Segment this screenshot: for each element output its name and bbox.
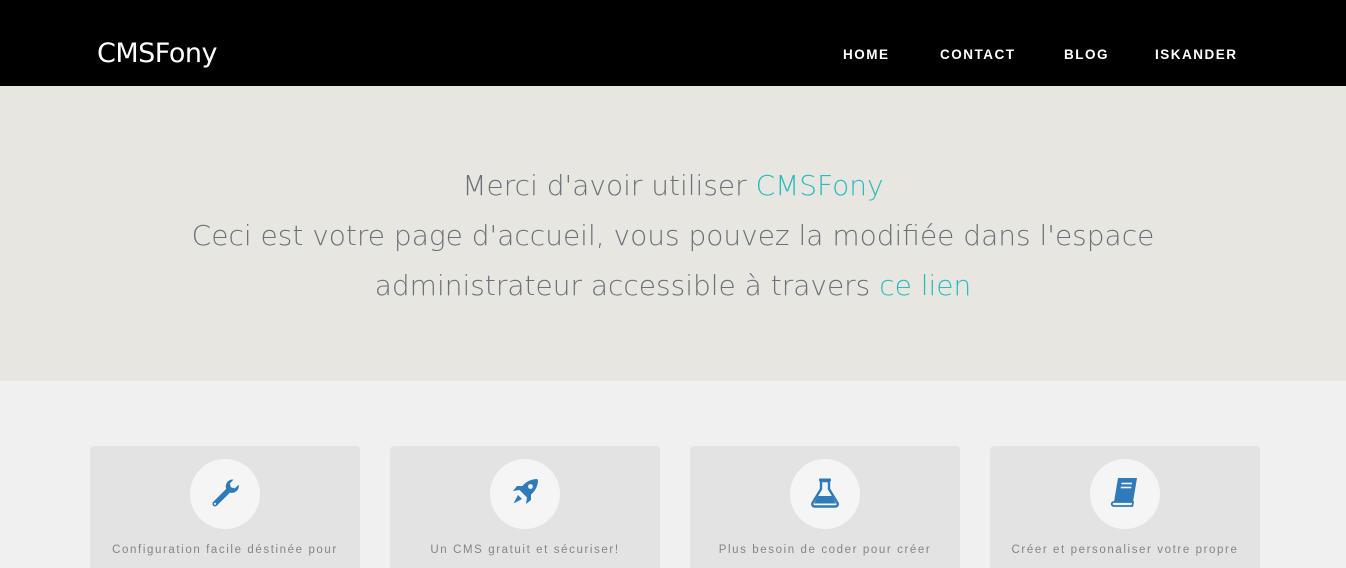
hero-line-3: administrateur accessible à travers ce l… — [0, 261, 1346, 311]
features-section: Configuration facile déstinée pour Un CM… — [0, 381, 1346, 568]
hero-line-2: Ceci est votre page d'accueil, vous pouv… — [191, 219, 1155, 252]
feature-card: Configuration facile déstinée pour — [90, 446, 360, 568]
hero-line-3-text: administrateur accessible à travers — [374, 269, 880, 302]
hero-brand-highlight: CMSFony — [755, 169, 884, 202]
nav-link-blog[interactable]: BLOG — [1064, 43, 1109, 67]
hero-line-1-text: Merci d'avoir utiliser — [462, 169, 756, 202]
feature-icon-circle — [790, 459, 860, 529]
feature-icon-circle — [190, 459, 260, 529]
feature-icon-circle — [490, 459, 560, 529]
book-icon — [1108, 475, 1142, 513]
hero-section: Merci d'avoir utiliser CMSFony Ceci est … — [0, 86, 1346, 381]
hero-message: Merci d'avoir utiliser CMSFony Ceci est … — [0, 161, 1346, 311]
feature-text: Plus besoin de coder pour créer — [718, 544, 932, 556]
nav-link-iskander[interactable]: ISKANDER — [1155, 43, 1238, 67]
feature-card: Créer et personaliser votre propre — [990, 446, 1260, 568]
feature-card: Plus besoin de coder pour créer — [690, 446, 960, 568]
feature-text: Créer et personaliser votre propre — [1011, 544, 1239, 556]
feature-icon-circle — [1090, 459, 1160, 529]
feature-text: Un CMS gratuit et sécuriser! — [430, 544, 620, 556]
feature-card: Un CMS gratuit et sécuriser! — [390, 446, 660, 568]
hero-line-1: Merci d'avoir utiliser CMSFony — [0, 161, 1346, 211]
admin-link[interactable]: ce lien — [879, 269, 971, 302]
flask-icon — [808, 475, 842, 513]
rocket-icon — [508, 475, 542, 513]
wrench-icon — [208, 475, 242, 513]
nav-link-contact[interactable]: CONTACT — [940, 43, 1016, 67]
navbar: CMSFony HOME CONTACT BLOG ISKANDER — [0, 0, 1346, 86]
nav-menu: HOME CONTACT BLOG ISKANDER — [0, 43, 1346, 67]
nav-link-home[interactable]: HOME — [843, 43, 890, 67]
feature-text: Configuration facile déstinée pour — [112, 544, 338, 556]
